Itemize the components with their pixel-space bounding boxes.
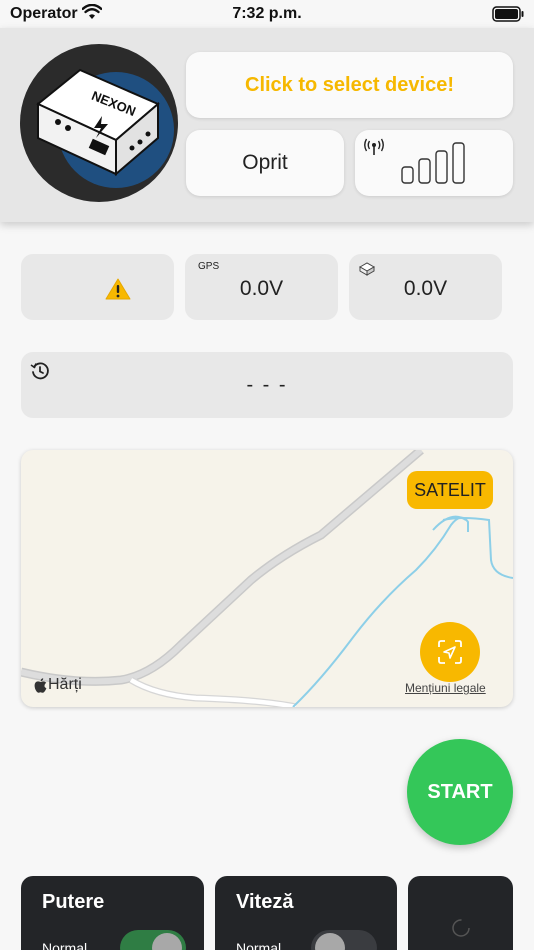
- extra-card[interactable]: [408, 876, 513, 950]
- gps-value: 0.0V: [239, 277, 284, 300]
- battery-value: 0.0V: [403, 277, 448, 300]
- battery-small-icon: [359, 262, 375, 276]
- speed-toggle[interactable]: [311, 930, 377, 950]
- status-bar: Operator 7:32 p.m.: [0, 0, 534, 28]
- power-title: Putere: [42, 891, 105, 913]
- device-box-icon: NEXON: [36, 68, 174, 188]
- maps-label: Hărți: [48, 676, 82, 693]
- signal-card: [355, 130, 513, 196]
- warning-tile[interactable]: [21, 254, 174, 320]
- apple-logo-icon: [34, 677, 47, 693]
- maps-attribution: Hărți: [34, 676, 82, 694]
- gps-tile[interactable]: GPS 0.0V: [185, 254, 338, 320]
- power-card: Putere Normal: [21, 876, 204, 950]
- satellite-label: SATELIT: [414, 479, 486, 500]
- history-tile[interactable]: - - -: [21, 352, 513, 418]
- gps-label: GPS: [198, 261, 220, 272]
- clock: 7:32 p.m.: [232, 5, 302, 22]
- power-toggle-knob: [152, 933, 182, 950]
- start-label: START: [427, 780, 493, 803]
- select-device-button[interactable]: Click to select device!: [186, 52, 513, 118]
- satellite-toggle-button[interactable]: SATELIT: [407, 471, 493, 509]
- antenna-icon: [364, 138, 384, 155]
- spinner-icon: [452, 919, 470, 937]
- speed-title: Viteză: [236, 891, 294, 913]
- battery-icon: [492, 6, 524, 22]
- locate-icon: [438, 640, 462, 664]
- signal-bars-icon: [401, 142, 465, 184]
- device-status-card: Oprit: [186, 130, 344, 196]
- power-toggle[interactable]: [120, 930, 186, 950]
- battery-tile[interactable]: 0.0V: [349, 254, 502, 320]
- legal-notice-link[interactable]: Mențiuni legale: [405, 681, 486, 695]
- map-view[interactable]: SATELIT Hărți Mențiuni legale: [21, 450, 513, 707]
- locate-button[interactable]: [420, 622, 480, 682]
- warning-icon: [105, 278, 131, 300]
- speed-toggle-knob: [315, 933, 345, 950]
- power-mode: Normal: [42, 940, 88, 950]
- start-button[interactable]: START: [407, 739, 513, 845]
- history-value: - - -: [246, 374, 288, 396]
- device-status-text: Oprit: [242, 151, 288, 174]
- speed-card: Viteză Normal: [215, 876, 397, 950]
- select-device-label: Click to select device!: [245, 73, 454, 96]
- speed-mode: Normal: [236, 940, 282, 950]
- device-avatar[interactable]: NEXON: [20, 44, 178, 202]
- device-header: NEXON Click to select device! Oprit: [0, 28, 534, 222]
